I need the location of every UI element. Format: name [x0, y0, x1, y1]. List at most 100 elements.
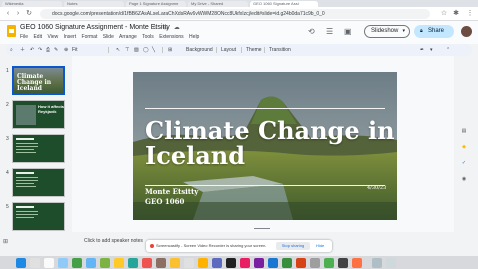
menu-help[interactable]: Help — [189, 34, 199, 40]
word-icon[interactable] — [268, 258, 278, 268]
new-slide-icon[interactable]: ＋ — [20, 44, 25, 56]
music-icon[interactable] — [240, 258, 250, 268]
notes-resize-handle[interactable] — [254, 228, 270, 229]
messages-icon[interactable] — [72, 258, 82, 268]
slide-number: 1 — [6, 68, 9, 74]
bookmark-star-icon[interactable]: ☆ — [440, 10, 448, 18]
slide-subtitle[interactable]: Monte Etsitty GEO 1060 — [145, 187, 198, 207]
zoom-select[interactable]: Fit — [72, 44, 78, 56]
menu-format[interactable]: Format — [82, 34, 98, 40]
reminders-icon[interactable] — [184, 258, 194, 268]
image-icon[interactable]: ▨ — [134, 44, 139, 56]
app-store-icon[interactable] — [212, 258, 222, 268]
finder-icon[interactable] — [16, 258, 26, 268]
pen-icon[interactable]: ✒ — [420, 44, 424, 56]
calendar-app-icon[interactable] — [142, 258, 152, 268]
theme-button[interactable]: Theme — [246, 44, 262, 56]
safari-icon[interactable] — [58, 258, 68, 268]
speaker-notes[interactable]: Click to add speaker notes — [84, 238, 143, 244]
keep-icon[interactable]: ◆ — [460, 144, 468, 151]
menu-insert[interactable]: Insert — [64, 34, 77, 40]
slide-thumbnail[interactable]: How it affects Reykjavik — [12, 100, 65, 129]
slide-thumbnail[interactable] — [12, 134, 65, 163]
screencastify-icon[interactable] — [352, 258, 362, 268]
line-icon[interactable]: ╲ — [152, 44, 155, 56]
thumbnail-photo — [16, 105, 36, 125]
contacts-icon[interactable]: ◉ — [460, 176, 468, 183]
history-icon[interactable]: ⟲ — [308, 27, 315, 37]
slide-title[interactable]: Climate Change in Iceland — [145, 118, 395, 168]
stop-sharing-button[interactable]: Stop sharing — [276, 242, 310, 250]
search-menus-icon[interactable]: ⌕ — [10, 44, 13, 56]
slideshow-button[interactable]: Slideshow ▾ — [364, 25, 410, 38]
chevron-down-icon[interactable]: ▾ — [402, 26, 405, 37]
terminal-icon[interactable] — [338, 258, 348, 268]
menu-tools[interactable]: Tools — [142, 34, 154, 40]
text-box-icon[interactable]: ⊤ — [125, 44, 129, 56]
app-header: GEO 1060 Signature Assignment - Monte Et… — [0, 21, 478, 44]
powerpoint-icon[interactable] — [296, 258, 306, 268]
meet-icon[interactable]: ▣ — [344, 27, 352, 37]
facetime-icon[interactable] — [128, 258, 138, 268]
shape-icon[interactable]: ◯ — [143, 44, 149, 56]
zoom-icon[interactable]: ⊕ — [64, 44, 68, 56]
downloads-icon[interactable] — [372, 258, 382, 268]
tasks-icon[interactable]: ✓ — [460, 160, 468, 167]
menu-view[interactable]: View — [47, 34, 58, 40]
add-comment-icon[interactable]: ⊞ — [168, 44, 172, 56]
photos-icon[interactable] — [114, 258, 124, 268]
current-slide[interactable]: Climate Change in Iceland Monte Etsitty … — [133, 72, 397, 220]
back-icon[interactable]: ‹ — [4, 10, 12, 18]
spotify-icon[interactable] — [324, 258, 334, 268]
menu-extensions[interactable]: Extensions — [159, 34, 183, 40]
grid-view-icon[interactable]: ⊞ — [3, 238, 8, 245]
background-button[interactable]: Background — [186, 44, 213, 56]
slide-thumbnail[interactable] — [12, 202, 65, 231]
menu-edit[interactable]: Edit — [33, 34, 42, 40]
menu-file[interactable]: File — [20, 34, 28, 40]
collapse-toolbar-icon[interactable]: ⌃ — [446, 44, 450, 56]
undo-icon[interactable]: ↶ — [30, 44, 34, 56]
launchpad-icon[interactable] — [30, 258, 40, 268]
slide-thumbnail[interactable] — [12, 168, 65, 197]
browser-menu-icon[interactable]: ⋮ — [466, 10, 474, 18]
slides-logo-icon[interactable] — [7, 25, 16, 37]
excel-icon[interactable] — [282, 258, 292, 268]
share-button[interactable]: 🔒︎ Share — [414, 25, 454, 38]
thumbnail-text-line — [16, 172, 34, 174]
layout-button[interactable]: Layout — [221, 44, 236, 56]
address-bar[interactable]: docs.google.com/presentation/d/1fBB6ZAsA… — [40, 9, 430, 19]
select-cursor-icon[interactable]: ↖ — [116, 44, 120, 56]
thumbnail-text-line — [16, 206, 34, 208]
slide-filmstrip: 1 Climate Change in Iceland 2 How it aff… — [0, 60, 72, 245]
transition-button[interactable]: Transition — [269, 44, 291, 56]
notes-app-icon[interactable] — [170, 258, 180, 268]
trash-icon[interactable] — [386, 258, 396, 268]
tv-icon[interactable] — [226, 258, 236, 268]
settings-icon[interactable] — [310, 258, 320, 268]
print-icon[interactable]: ⎙ — [46, 44, 50, 56]
slide-thumbnail[interactable]: Climate Change in Iceland — [12, 66, 65, 95]
extensions-icon[interactable]: ✱ — [452, 10, 460, 18]
title-action-icons[interactable]: ☆ ⊞ ☁ — [152, 24, 182, 31]
podcasts-icon[interactable] — [254, 258, 264, 268]
forward-icon[interactable]: › — [14, 10, 22, 18]
redo-icon[interactable]: ↷ — [38, 44, 42, 56]
calendar-icon[interactable]: ▤ — [460, 128, 468, 135]
comments-icon[interactable]: ☰ — [326, 27, 333, 37]
hide-button[interactable]: Hide — [316, 240, 324, 252]
reload-icon[interactable]: ↻ — [25, 10, 33, 18]
maps-icon[interactable] — [100, 258, 110, 268]
dictionary-icon[interactable] — [44, 258, 54, 268]
menu-arrange[interactable]: Arrange — [119, 34, 137, 40]
menu-slide[interactable]: Slide — [103, 34, 114, 40]
thumbnail-text-line — [16, 211, 38, 212]
chevron-down-icon[interactable]: ▾ — [430, 44, 433, 56]
avatar[interactable] — [461, 26, 472, 37]
slide-date[interactable]: 4/30/23 — [367, 185, 386, 191]
mail-icon[interactable] — [86, 258, 96, 268]
paint-format-icon[interactable]: ✎ — [54, 44, 58, 56]
chrome-icon[interactable] — [198, 258, 208, 268]
contacts-app-icon[interactable] — [156, 258, 166, 268]
document-title[interactable]: GEO 1060 Signature Assignment - Monte Et… — [20, 24, 170, 31]
